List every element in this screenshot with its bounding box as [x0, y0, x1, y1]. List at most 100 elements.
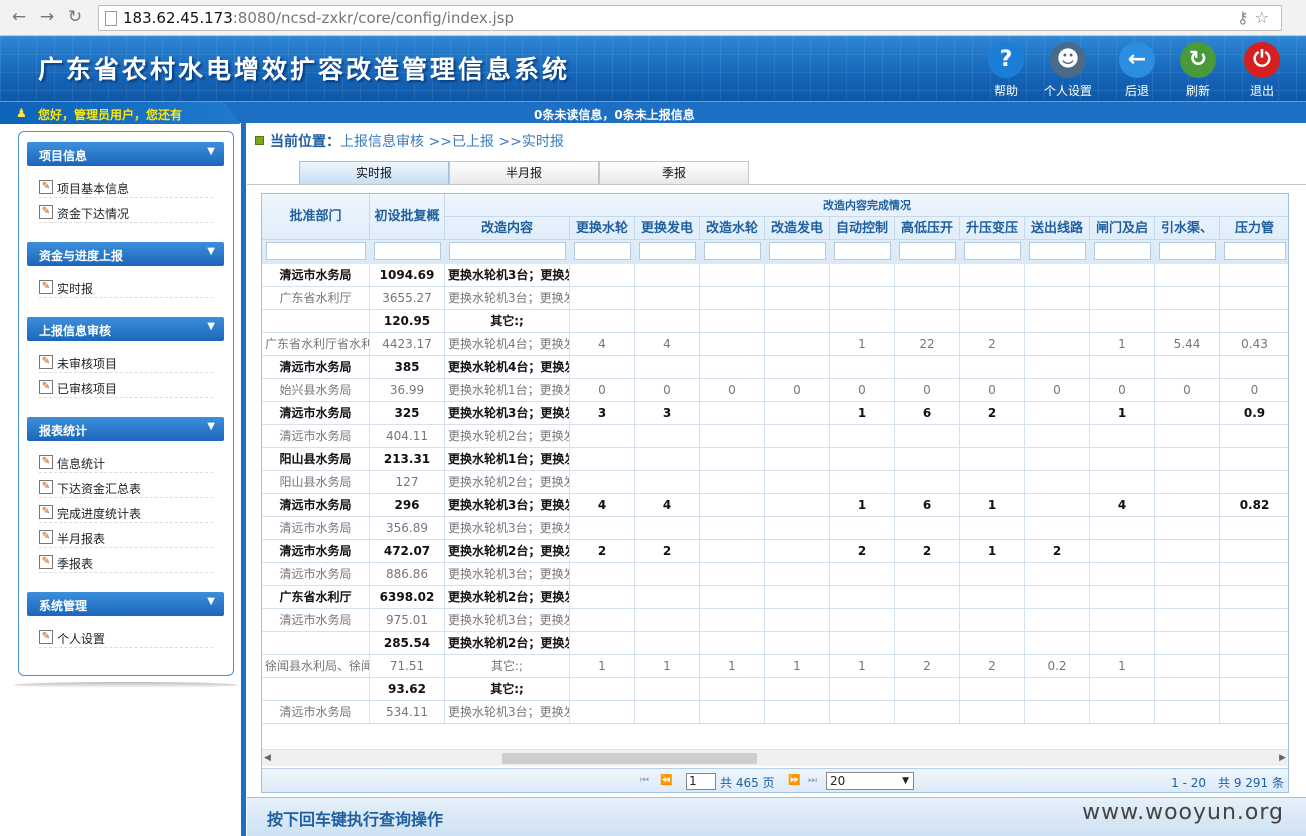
scroll-right-icon[interactable]: ▶ — [1279, 753, 1286, 763]
table-row[interactable]: 清远市水务局 296 更换水轮机3台；更换发 4 4 1 6 1 4 0.82 — [262, 494, 1288, 517]
sidebar-item[interactable]: ✎ 实时报 — [39, 276, 213, 298]
page-number-input[interactable]: 1 — [686, 773, 716, 790]
next-page-icon[interactable]: ⏩ — [788, 775, 800, 786]
table-row[interactable]: 清远市水务局 356.89 更换水轮机3台；更换发 — [262, 517, 1288, 540]
table-row[interactable]: 广东省水利厅 6398.02 更换水轮机2台；更换发 — [262, 586, 1288, 609]
sidebar-item[interactable]: ✎ 半月报表 — [39, 526, 213, 548]
sidebar-item[interactable]: ✎ 信息统计 — [39, 451, 213, 473]
page-size-select[interactable]: 20 ▼ — [826, 772, 914, 790]
table-row[interactable]: 120.95 其它:; — [262, 310, 1288, 333]
sidebar-item-label: 半月报表 — [57, 532, 106, 546]
column-header[interactable]: 引水渠、 — [1155, 217, 1220, 240]
column-header[interactable]: 自动控制 — [830, 217, 895, 240]
column-filter-input[interactable] — [1029, 242, 1086, 260]
column-filter-input[interactable] — [1159, 242, 1216, 260]
toolbar-button-1[interactable]: ☻ 个人设置 — [1040, 40, 1096, 100]
column-filter-input[interactable] — [704, 242, 761, 260]
forward-icon[interactable]: → — [36, 6, 58, 28]
sidebar-item[interactable]: ✎ 季报表 — [39, 551, 213, 573]
column-filter-input[interactable] — [899, 242, 956, 260]
column-filter-input[interactable] — [964, 242, 1021, 260]
column-header[interactable]: 改造发电 — [765, 217, 830, 240]
last-page-icon[interactable]: ⏭ — [808, 775, 817, 786]
sidebar-item[interactable]: ✎ 个人设置 — [39, 626, 213, 648]
column-filter-input[interactable] — [1094, 242, 1151, 260]
sidebar-item[interactable]: ✎ 未审核项目 — [39, 351, 213, 373]
tab-quarter[interactable]: 季报 — [599, 161, 749, 184]
table-cell — [700, 609, 765, 632]
column-filter-input[interactable] — [639, 242, 696, 260]
column-header[interactable]: 高低压开 — [895, 217, 960, 240]
column-header[interactable]: 批准部门 — [262, 194, 370, 240]
column-filter-input[interactable] — [266, 242, 366, 260]
table-row[interactable]: 广东省水利厅 3655.27 更换水轮机3台；更换发 — [262, 287, 1288, 310]
table-row[interactable]: 清远市水务局 1094.69 更换水轮机3台；更换发 — [262, 264, 1288, 287]
toolbar-button-0[interactable]: ? 帮助 — [978, 40, 1034, 100]
column-header[interactable]: 改造内容 — [445, 217, 570, 240]
column-header[interactable]: 初设批复概 — [370, 194, 445, 240]
tab-half-month[interactable]: 半月报 — [449, 161, 599, 184]
scroll-left-icon[interactable]: ◀ — [264, 753, 271, 763]
chevron-down-icon[interactable]: ▼ — [207, 246, 215, 257]
address-bar[interactable]: 183.62.45.173:8080/ncsd-zxkr/core/config… — [98, 5, 1282, 31]
table-row[interactable]: 清远市水务局 404.11 更换水轮机2台；更换发 — [262, 425, 1288, 448]
table-row[interactable]: 93.62 其它:; — [262, 678, 1288, 701]
column-filter-input[interactable] — [834, 242, 891, 260]
sidebar-item[interactable]: ✎ 下达资金汇总表 — [39, 476, 213, 498]
breadcrumb-path[interactable]: 上报信息审核 >>已上报 >>实时报 — [340, 134, 564, 150]
toolbar-button-3[interactable]: ↻ 刷新 — [1170, 40, 1226, 100]
sidebar-item-label: 项目基本信息 — [57, 182, 130, 196]
column-filter-input[interactable] — [1224, 242, 1286, 260]
chevron-down-icon[interactable]: ▼ — [207, 321, 215, 332]
table-row[interactable]: 清远市水务局 385 更换水轮机4台；更换发 — [262, 356, 1288, 379]
column-header[interactable]: 送出线路 — [1025, 217, 1090, 240]
toolbar-button-2[interactable]: ← 后退 — [1109, 40, 1165, 100]
tab-realtime[interactable]: 实时报 — [299, 161, 449, 184]
sidebar-section-header[interactable]: 项目信息 ▼ — [27, 142, 224, 166]
sidebar-item[interactable]: ✎ 项目基本信息 — [39, 176, 213, 198]
sidebar-section-header[interactable]: 上报信息审核 ▼ — [27, 317, 224, 341]
table-cell — [700, 586, 765, 609]
sidebar-item[interactable]: ✎ 资金下达情况 — [39, 201, 213, 223]
frame-divider[interactable] — [241, 123, 246, 836]
table-row[interactable]: 285.54 更换水轮机2台；更换发 — [262, 632, 1288, 655]
chevron-down-icon[interactable]: ▼ — [207, 146, 215, 157]
back-icon[interactable]: ← — [8, 6, 30, 28]
column-header[interactable]: 升压变压 — [960, 217, 1025, 240]
table-row[interactable]: 徐闻县水利局、徐闻 71.51 其它:; 1 1 1 1 1 2 2 0.2 1 — [262, 655, 1288, 678]
table-row[interactable]: 始兴县水务局 36.99 更换水轮机1台；更换发 0 0 0 0 0 0 0 0 0 0 0 — [262, 379, 1288, 402]
chevron-down-icon[interactable]: ▼ — [207, 421, 215, 432]
table-row[interactable]: 清远市水务局 472.07 更换水轮机2台；更换发 2 2 2 2 1 2 — [262, 540, 1288, 563]
column-filter-input[interactable] — [374, 242, 441, 260]
column-filter-input[interactable] — [574, 242, 631, 260]
table-row[interactable]: 阳山县水务局 127 更换水轮机2台；更换发 — [262, 471, 1288, 494]
table-row[interactable]: 广东省水利厅省水利 4423.17 更换水轮机4台；更换发 4 4 1 22 2 1 5.44 0.… — [262, 333, 1288, 356]
sidebar-item[interactable]: ✎ 已审核项目 — [39, 376, 213, 398]
column-header[interactable]: 压力管 — [1220, 217, 1288, 240]
column-header[interactable]: 改造水轮 — [700, 217, 765, 240]
sidebar-item[interactable]: ✎ 完成进度统计表 — [39, 501, 213, 523]
column-filter-input[interactable] — [769, 242, 826, 260]
table-row[interactable]: 清远市水务局 886.86 更换水轮机3台；更换发 — [262, 563, 1288, 586]
chevron-down-icon[interactable]: ▼ — [207, 596, 215, 607]
table-row[interactable]: 清远市水务局 975.01 更换水轮机3台；更换发 — [262, 609, 1288, 632]
toolbar-button-4[interactable]: ⏻ 退出 — [1234, 40, 1290, 100]
sidebar-section-header[interactable]: 报表统计 ▼ — [27, 417, 224, 441]
bookmark-star-icon[interactable]: ⚷☆ — [1237, 8, 1275, 27]
table-row[interactable]: 阳山县水务局 213.31 更换水轮机1台；更换发 — [262, 448, 1288, 471]
first-page-icon[interactable]: ⏮ — [640, 775, 649, 786]
column-filter-input[interactable] — [449, 242, 566, 260]
horizontal-scrollbar[interactable]: ◀ ▶ — [262, 749, 1288, 766]
reload-icon[interactable]: ↻ — [64, 6, 86, 28]
sidebar-section-header[interactable]: 系统管理 ▼ — [27, 592, 224, 616]
sidebar-section-header[interactable]: 资金与进度上报 ▼ — [27, 242, 224, 266]
scroll-thumb[interactable] — [502, 753, 757, 764]
column-header[interactable]: 闸门及启 — [1090, 217, 1155, 240]
column-header[interactable]: 更换发电 — [635, 217, 700, 240]
table-row[interactable]: 清远市水务局 534.11 更换水轮机3台；更换发 — [262, 701, 1288, 724]
table-cell — [895, 517, 960, 540]
table-row[interactable]: 清远市水务局 325 更换水轮机3台；更换发 3 3 1 6 2 1 0.9 — [262, 402, 1288, 425]
column-header[interactable]: 更换水轮 — [570, 217, 635, 240]
prev-page-icon[interactable]: ⏪ — [660, 775, 672, 786]
url-text[interactable]: 183.62.45.173:8080/ncsd-zxkr/core/config… — [123, 9, 514, 27]
